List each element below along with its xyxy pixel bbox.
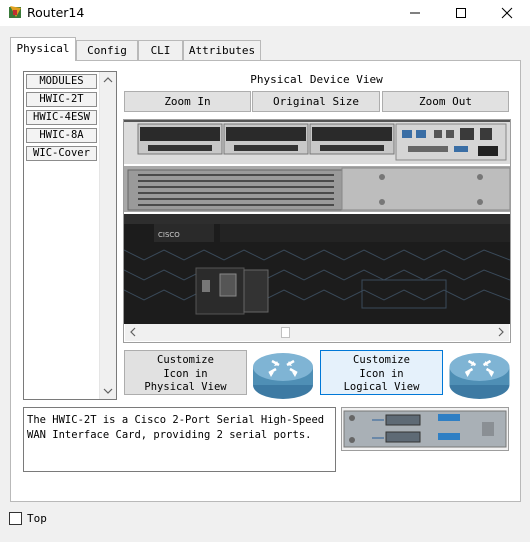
hwic-2t-card-image [343,410,507,448]
module-item-hwic-8a[interactable]: HWIC-8A [26,128,97,143]
customize-logical-label: Customize Icon in Logical View [343,354,420,393]
scroll-up-icon[interactable] [100,72,116,88]
scroll-thumb[interactable] [281,327,290,338]
top-checkbox[interactable] [9,512,22,525]
zoom-in-button[interactable]: Zoom In [124,91,251,112]
maximize-button[interactable] [438,0,484,26]
tab-cli[interactable]: CLI [138,40,183,60]
physical-tab-panel: MODULES HWIC-2T HWIC-4ESW HWIC-8A WIC-Co… [10,60,521,502]
scroll-left-icon[interactable] [125,324,141,340]
original-size-button[interactable]: Original Size [252,91,380,112]
device-view-scrollbar[interactable] [125,324,509,341]
module-item-modules[interactable]: MODULES [26,74,97,89]
module-description: The HWIC-2T is a Cisco 2-Port Serial Hig… [23,407,336,472]
packet-tracer-icon [9,6,21,18]
tab-config[interactable]: Config [76,40,138,60]
maximize-icon [456,8,466,18]
customize-logical-icon-button[interactable]: Customize Icon in Logical View [320,350,443,395]
customize-physical-icon-button[interactable]: Customize Icon in Physical View [124,350,247,395]
module-list: MODULES HWIC-2T HWIC-4ESW HWIC-8A WIC-Co… [23,71,117,400]
physical-device-view[interactable]: CISCO [123,119,511,343]
minimize-icon [410,12,420,14]
cisco-logo-text: CISCO [158,231,180,239]
zoom-out-button[interactable]: Zoom Out [382,91,509,112]
minimize-button[interactable] [392,0,438,26]
customize-physical-label: Customize Icon in Physical View [144,354,227,393]
tab-attributes[interactable]: Attributes [183,40,261,60]
module-item-hwic-2t[interactable]: HWIC-2T [26,92,97,107]
module-list-scrollbar[interactable] [99,72,116,399]
module-item-hwic-4esw[interactable]: HWIC-4ESW [26,110,97,125]
module-item-wic-cover[interactable]: WIC-Cover [26,146,97,161]
router-icon[interactable] [252,349,314,401]
router-chassis-image: CISCO [124,120,510,324]
close-button[interactable] [484,0,530,26]
router-logical-icon[interactable] [448,349,511,401]
physical-view-title: Physical Device View [250,73,383,86]
window-body: Physical Config CLI Attributes MODULES H… [0,26,530,542]
tab-physical[interactable]: Physical [10,37,76,61]
top-checkbox-label: Top [27,512,47,525]
scroll-down-icon[interactable] [100,383,116,399]
close-icon [501,7,513,19]
title-bar: Router14 [0,0,530,26]
scroll-right-icon[interactable] [493,324,509,340]
window-title: Router14 [27,5,85,20]
module-image [341,407,509,451]
